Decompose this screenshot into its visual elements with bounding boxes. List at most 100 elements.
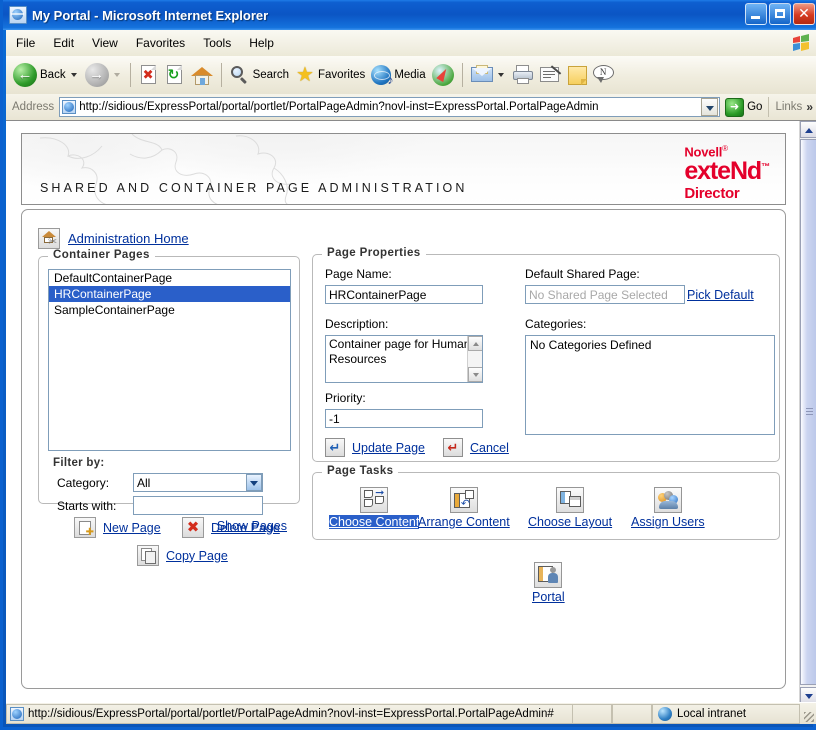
mail-dropdown-icon[interactable]	[498, 73, 504, 77]
ie-page-icon	[10, 707, 24, 721]
address-input[interactable]: http://sidious/ExpressPortal/portal/port…	[59, 97, 720, 117]
menu-tools[interactable]: Tools	[195, 33, 239, 53]
administration-home-link[interactable]: ✂ Administration Home	[38, 228, 189, 249]
status-zone-text: Local intranet	[677, 708, 746, 720]
list-item[interactable]: SampleContainerPage	[49, 302, 290, 318]
minimize-button[interactable]	[745, 3, 767, 25]
window-title: My Portal - Microsoft Internet Explorer	[32, 8, 268, 23]
maximize-button[interactable]	[769, 3, 791, 25]
choose-content-task[interactable]: ➞ Choose Content	[329, 487, 419, 529]
mail-button[interactable]	[468, 58, 509, 92]
ie-document-icon	[9, 6, 27, 24]
scroll-up-icon[interactable]	[468, 336, 483, 351]
window-controls	[745, 3, 815, 25]
scrollbar-thumb[interactable]	[800, 139, 816, 685]
logo-registered-mark: ®	[722, 144, 728, 153]
title-bar: My Portal - Microsoft Internet Explorer	[3, 0, 816, 30]
edit-button[interactable]	[537, 58, 565, 92]
go-button[interactable]: Go	[725, 98, 762, 117]
discuss-icon: N	[593, 65, 615, 85]
categories-listbox[interactable]: No Categories Defined	[525, 335, 775, 435]
menu-file[interactable]: File	[8, 33, 43, 53]
ie-page-icon	[62, 100, 76, 114]
description-textarea[interactable]: Container page for Human Resources	[325, 335, 483, 383]
category-select[interactable]: All	[133, 473, 263, 492]
list-item[interactable]: DefaultContainerPage	[49, 270, 290, 286]
menu-edit[interactable]: Edit	[45, 33, 82, 53]
media-button[interactable]: ♪ Media	[368, 58, 428, 92]
home-button[interactable]	[188, 58, 216, 92]
admin-home-icon: ✂	[38, 228, 60, 249]
update-arrow-icon[interactable]: ↵	[325, 438, 345, 457]
refresh-button[interactable]: ↻	[162, 58, 188, 92]
choose-content-icon: ➞	[360, 487, 388, 513]
default-shared-page-input[interactable]: No Shared Page Selected	[525, 285, 685, 304]
menu-favorites[interactable]: Favorites	[128, 33, 193, 53]
page-name-input[interactable]	[325, 285, 483, 304]
chevron-right-icon[interactable]: »	[806, 100, 813, 114]
default-shared-page-label: Default Shared Page:	[525, 267, 640, 281]
page-content: SHARED AND CONTAINER PAGE ADMINISTRATION…	[6, 121, 799, 703]
page-banner: SHARED AND CONTAINER PAGE ADMINISTRATION…	[21, 133, 786, 205]
cancel-link[interactable]: Cancel	[470, 441, 509, 455]
close-button[interactable]	[793, 3, 815, 25]
resize-grip[interactable]	[800, 704, 816, 724]
menu-view[interactable]: View	[84, 33, 126, 53]
address-url-text: http://sidious/ExpressPortal/portal/port…	[79, 101, 598, 113]
arrange-content-task[interactable]: ↶ Arrange Content	[418, 487, 510, 529]
container-pages-panel: Container Pages DefaultContainerPage HRC…	[38, 256, 300, 504]
copy-page-button[interactable]: Copy Page	[137, 545, 228, 566]
admin-content-panel: ✂ Administration Home Container Pages De…	[21, 209, 786, 689]
stop-button[interactable]: ✖	[136, 58, 162, 92]
container-pages-listbox[interactable]: DefaultContainerPage HRContainerPage Sam…	[48, 269, 291, 451]
starts-with-label: Starts with:	[57, 499, 133, 513]
page-properties-legend: Page Properties	[322, 247, 426, 259]
favorites-label: Favorites	[318, 69, 365, 81]
starts-with-input[interactable]	[133, 496, 263, 515]
cancel-arrow-icon[interactable]: ↵	[443, 438, 463, 457]
note-icon	[568, 66, 587, 85]
update-page-link[interactable]: Update Page	[352, 441, 425, 455]
portal-task[interactable]: Portal	[532, 562, 565, 604]
chevron-down-icon[interactable]	[701, 98, 718, 116]
choose-layout-task[interactable]: Choose Layout	[528, 487, 612, 529]
back-button[interactable]: ← Back	[10, 58, 82, 92]
page-scrollbar[interactable]	[799, 121, 816, 703]
list-item[interactable]: HRContainerPage	[49, 286, 290, 302]
note-button[interactable]	[565, 58, 590, 92]
description-scrollbar[interactable]	[467, 336, 482, 382]
status-url-text: http://sidious/ExpressPortal/portal/port…	[28, 708, 554, 720]
page-viewport: SHARED AND CONTAINER PAGE ADMINISTRATION…	[6, 120, 816, 703]
choose-layout-icon	[556, 487, 584, 513]
back-arrow-icon: ←	[13, 63, 37, 87]
status-bar: http://sidious/ExpressPortal/portal/port…	[6, 702, 816, 724]
priority-input[interactable]	[325, 409, 483, 428]
pick-default-link[interactable]: Pick Default	[687, 288, 754, 302]
search-button[interactable]: Search	[227, 58, 292, 92]
links-button[interactable]: Links	[775, 101, 802, 113]
history-button[interactable]	[429, 58, 457, 92]
globe-icon	[658, 707, 672, 721]
media-globe-icon: ♪	[371, 65, 391, 85]
toolbar-separator	[221, 63, 222, 87]
novell-extend-director-logo: Novell® exteNd™ Director	[684, 145, 769, 201]
print-button[interactable]	[509, 58, 537, 92]
forward-arrow-icon: →	[85, 63, 109, 87]
scroll-up-icon[interactable]	[800, 121, 816, 138]
discuss-button[interactable]: N	[590, 58, 618, 92]
status-security-zone: Local intranet	[652, 704, 800, 724]
back-dropdown-icon[interactable]	[71, 73, 77, 77]
description-label: Description:	[325, 317, 388, 331]
new-page-button[interactable]: ✚ New Page	[74, 517, 161, 538]
forward-button[interactable]: →	[82, 58, 125, 92]
copy-page-label: Copy Page	[166, 549, 228, 563]
category-label: Category:	[57, 476, 133, 490]
menu-help[interactable]: Help	[241, 33, 282, 53]
delete-page-button[interactable]: ✖ Delete Page	[182, 517, 280, 538]
scroll-down-icon[interactable]	[468, 367, 483, 382]
scroll-down-icon[interactable]	[800, 687, 816, 703]
status-url-pane: http://sidious/ExpressPortal/portal/port…	[6, 704, 572, 724]
assign-users-task[interactable]: Assign Users	[631, 487, 705, 529]
container-pages-legend: Container Pages	[48, 249, 155, 261]
favorites-button[interactable]: ★ Favorites	[292, 58, 368, 92]
